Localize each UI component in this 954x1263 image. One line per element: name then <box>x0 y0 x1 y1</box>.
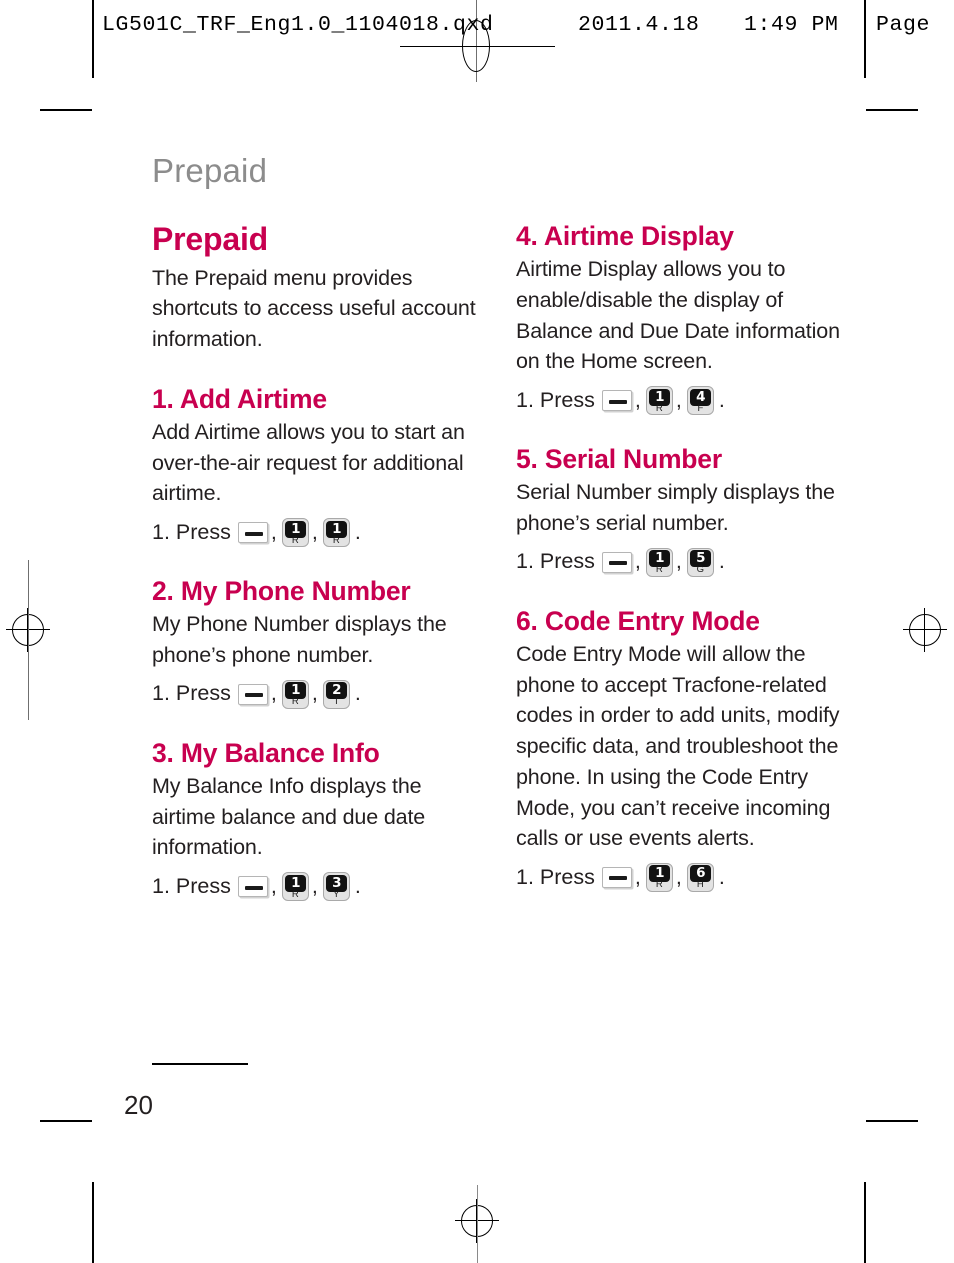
section-heading-serial-number: 5. Serial Number <box>516 444 722 475</box>
key-letter: R <box>655 879 663 891</box>
print-header-right-rule <box>864 3 866 78</box>
press-label: 1. Press <box>516 387 595 412</box>
separator-comma: , <box>634 387 641 412</box>
section-heading-my-phone-number: 2. My Phone Number <box>152 576 411 607</box>
press-label: 1. Press <box>152 873 231 898</box>
press-label: 1. Press <box>516 864 595 889</box>
separator-comma: , <box>675 864 682 889</box>
page-title: Prepaid <box>152 221 268 257</box>
separator-comma: , <box>270 873 277 898</box>
press-label: 1. Press <box>152 519 231 544</box>
key-2-icon: 2 T <box>322 679 350 709</box>
separator-period: . <box>354 519 361 544</box>
print-header-date: 2011.4.18 <box>578 13 700 37</box>
section-heading-add-airtime: 1. Add Airtime <box>152 383 327 414</box>
separator-period: . <box>354 681 361 706</box>
section-heading-airtime-display: 4. Airtime Display <box>516 221 734 251</box>
key-4-icon: 4 F <box>686 386 714 416</box>
separator-comma: , <box>311 873 318 898</box>
crop-mark-bottom-right-horizontal <box>866 1120 918 1122</box>
two-column-layout: Prepaid The Prepaid menu provides shortc… <box>152 221 852 902</box>
separator-period: . <box>718 387 725 412</box>
key-1-icon: 1 R <box>281 679 309 709</box>
separator-comma: , <box>675 387 682 412</box>
section-body-my-phone-number: My Phone Number displays the phone’s pho… <box>152 612 447 667</box>
section-body-airtime-display: Airtime Display allows you to enable/dis… <box>516 257 840 374</box>
key-1-icon: 1 R <box>645 862 673 892</box>
key-1-icon: 1 R <box>645 547 673 577</box>
separator-period: . <box>718 549 725 574</box>
print-header-underline <box>400 46 555 48</box>
footer-rule <box>152 1063 248 1065</box>
registration-guide-bottom-vertical <box>476 1185 479 1263</box>
crop-mark-top-left-horizontal <box>40 109 92 111</box>
print-header-filename: LG501C_TRF_Eng1.0_1104018.qxd <box>102 13 494 37</box>
print-header-left-rule <box>92 3 94 78</box>
key-1-icon: 1 R <box>645 386 673 416</box>
section-body-serial-number: Serial Number simply displays the phone’… <box>516 480 835 535</box>
crop-mark-bottom-right-vertical <box>864 1182 866 1263</box>
key-letter: R <box>332 534 340 546</box>
key-letter: G <box>696 564 705 576</box>
key-letter: R <box>655 402 663 414</box>
key-1-icon: 1 R <box>322 518 350 548</box>
press-label: 1. Press <box>516 549 595 574</box>
key-letter: R <box>655 564 663 576</box>
section-body-code-entry-mode: Code Entry Mode will allow the phone to … <box>516 641 840 851</box>
press-sequence-airtime-display: 1. Press , 1 R , 4 F . <box>516 386 852 416</box>
registration-mark-right <box>903 608 947 652</box>
separator-comma: , <box>270 519 277 544</box>
separator-comma: , <box>675 549 682 574</box>
section-body-add-airtime: Add Airtime allows you to start an over-… <box>152 419 465 506</box>
page-content-area: Prepaid Prepaid The Prepaid menu provide… <box>92 110 865 1120</box>
key-letter: H <box>696 879 704 891</box>
press-sequence-add-airtime: 1. Press , 1 R , 1 R . <box>152 518 488 548</box>
key-letter: R <box>291 888 299 900</box>
registration-guide-left-vertical <box>27 560 29 720</box>
crop-mark-bottom-left-horizontal <box>40 1120 92 1122</box>
separator-period: . <box>718 864 725 889</box>
menu-key-icon <box>237 876 268 898</box>
key-letter: R <box>291 696 299 708</box>
menu-key-icon <box>237 522 268 544</box>
left-column: Prepaid The Prepaid menu provides shortc… <box>152 221 488 902</box>
section-body-my-balance-info: My Balance Info displays the airtime bal… <box>152 773 426 860</box>
press-sequence-serial-number: 1. Press , 1 R , 5 G . <box>516 547 852 577</box>
separator-comma: , <box>634 549 641 574</box>
crop-mark-top-right-horizontal <box>866 109 918 111</box>
key-1-icon: 1 R <box>281 518 309 548</box>
menu-key-icon <box>601 866 632 888</box>
press-label: 1. Press <box>152 681 231 706</box>
key-5-icon: 5 G <box>686 547 714 577</box>
intro-paragraph: The Prepaid menu provides shortcuts to a… <box>152 265 476 352</box>
running-head: Prepaid <box>152 152 268 189</box>
key-6-icon: 6 H <box>686 862 714 892</box>
page-number: 20 <box>124 1090 153 1120</box>
crop-mark-bottom-left-vertical <box>92 1182 94 1263</box>
key-1-icon: 1 R <box>281 872 309 902</box>
key-letter: F <box>697 402 704 414</box>
menu-key-icon <box>601 390 632 412</box>
print-header-page-label: Page <box>876 13 931 37</box>
key-letter: Y <box>333 888 340 900</box>
press-sequence-code-entry-mode: 1. Press , 1 R , 6 H . <box>516 862 852 892</box>
menu-key-icon <box>601 551 632 573</box>
key-letter: R <box>291 534 299 546</box>
press-sequence-my-balance-info: 1. Press , 1 R , 3 Y . <box>152 872 488 902</box>
separator-comma: , <box>270 681 277 706</box>
key-3-icon: 3 Y <box>322 872 350 902</box>
separator-comma: , <box>634 864 641 889</box>
print-header-time: 1:49 PM <box>744 13 839 37</box>
separator-comma: , <box>311 681 318 706</box>
separator-comma: , <box>311 519 318 544</box>
section-heading-code-entry-mode: 6. Code Entry Mode <box>516 605 760 636</box>
section-heading-my-balance-info: 3. My Balance Info <box>152 737 380 768</box>
key-letter: T <box>333 696 340 708</box>
press-sequence-my-phone-number: 1. Press , 1 R , 2 T . <box>152 679 488 709</box>
menu-key-icon <box>237 683 268 705</box>
right-column: 4. Airtime Display Airtime Display allow… <box>516 221 852 901</box>
separator-period: . <box>354 873 361 898</box>
